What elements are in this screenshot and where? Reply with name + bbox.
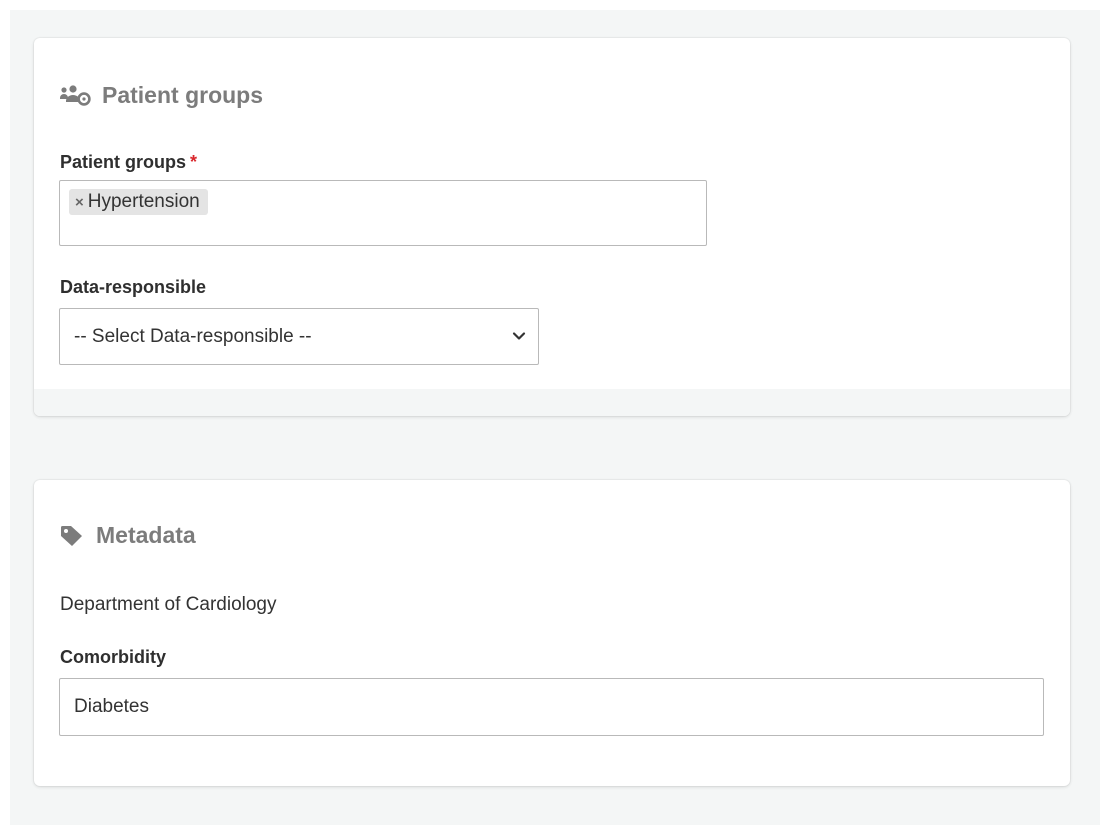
- required-marker: *: [190, 152, 198, 172]
- tag-label: Hypertension: [87, 191, 200, 212]
- data-responsible-label: Data-responsible: [60, 277, 207, 297]
- data-responsible-selected-value: -- Select Data-responsible --: [74, 325, 312, 347]
- selected-tag: × Hypertension: [69, 189, 208, 215]
- data-responsible-select[interactable]: -- Select Data-responsible --: [59, 308, 539, 365]
- card-footer: [34, 389, 1070, 416]
- users-cog-icon: [60, 84, 92, 108]
- tag-icon: [60, 525, 86, 547]
- comorbidity-input[interactable]: Diabetes: [59, 678, 1044, 736]
- department-text: Department of Cardiology: [60, 594, 277, 615]
- patient-groups-section-title: Patient groups: [60, 82, 263, 109]
- metadata-title-text: Metadata: [96, 522, 196, 548]
- chevron-down-icon: [512, 327, 526, 349]
- tag-remove-icon[interactable]: ×: [75, 194, 84, 211]
- metadata-card: Metadata Department of Cardiology Comorb…: [34, 480, 1070, 786]
- patient-groups-field-label: Patient groups *: [60, 152, 198, 172]
- comorbidity-label: Comorbidity: [60, 647, 166, 667]
- metadata-section-title: Metadata: [60, 522, 196, 549]
- patient-groups-card: Patient groups Patient groups * × Hyperte…: [34, 38, 1070, 416]
- comorbidity-value: Diabetes: [74, 696, 149, 717]
- patient-groups-multiselect[interactable]: × Hypertension: [59, 180, 707, 246]
- patient-groups-title-text: Patient groups: [102, 82, 264, 108]
